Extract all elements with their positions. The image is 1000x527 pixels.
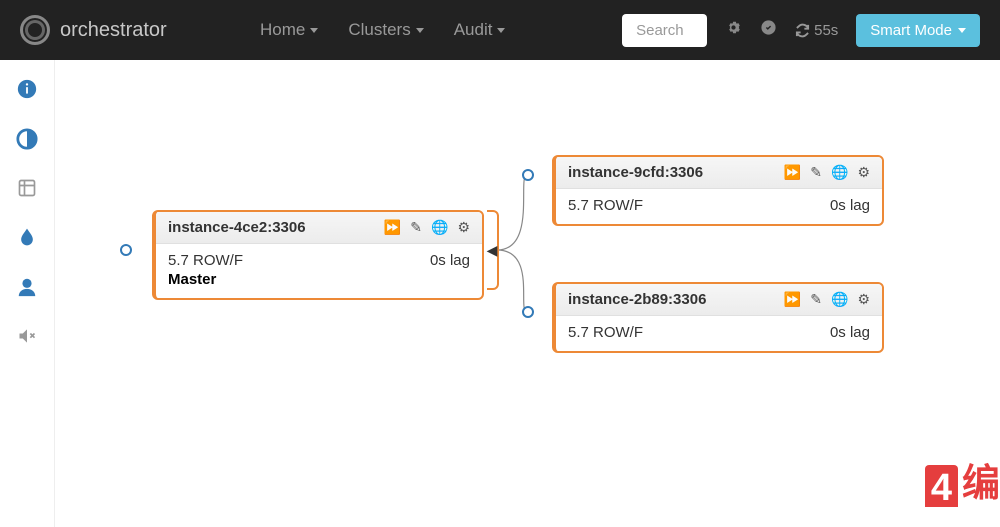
nav-home[interactable]: Home (260, 20, 318, 40)
topology-canvas: instance-4ce2:3306 ⏩ ✎ 🌐 ⚙ 5.7 ROW/F 0s … (57, 60, 1000, 527)
chevron-down-icon (310, 28, 318, 33)
sidebar (0, 60, 55, 527)
node-master[interactable]: instance-4ce2:3306 ⏩ ✎ 🌐 ⚙ 5.7 ROW/F 0s … (152, 210, 484, 300)
node-replica-1[interactable]: instance-9cfd:3306 ⏩ ✎ 🌐 ⚙ 5.7 ROW/F 0s … (552, 155, 884, 226)
user-icon[interactable] (16, 276, 38, 304)
logo-icon (20, 15, 50, 45)
connector-dot (120, 244, 132, 256)
globe-icon[interactable]: 🌐 (831, 164, 848, 181)
node-version: 5.7 ROW/F (568, 197, 643, 214)
search-input[interactable]: Search (622, 14, 707, 47)
smart-mode-button[interactable]: Smart Mode (856, 14, 980, 47)
fast-forward-icon[interactable]: ⏩ (784, 164, 801, 181)
chevron-down-icon (497, 28, 505, 33)
gear-icon[interactable]: ⚙ (857, 164, 870, 181)
nav-audit[interactable]: Audit (454, 20, 506, 40)
globe-icon[interactable]: 🌐 (831, 291, 848, 308)
chevron-left-icon: ◀ (487, 242, 498, 259)
node-title: instance-2b89:3306 (568, 291, 706, 308)
node-replica-2[interactable]: instance-2b89:3306 ⏩ ✎ 🌐 ⚙ 5.7 ROW/F 0s … (552, 282, 884, 353)
connector-dot (522, 169, 534, 181)
pencil-icon[interactable]: ✎ (810, 164, 822, 181)
pencil-icon[interactable]: ✎ (810, 291, 822, 308)
collapse-toggle[interactable]: ◀ (487, 210, 499, 290)
brand-text: orchestrator (60, 19, 167, 42)
node-role: Master (168, 271, 470, 288)
refresh-timer[interactable]: 55s (795, 22, 838, 39)
navbar: orchestrator Home Clusters Audit Search … (0, 0, 1000, 60)
fast-forward-icon[interactable]: ⏩ (784, 291, 801, 308)
info-icon[interactable] (16, 78, 38, 106)
fast-forward-icon[interactable]: ⏩ (384, 219, 401, 236)
check-circle-icon[interactable] (760, 19, 777, 41)
node-lag: 0s lag (430, 252, 470, 269)
gear-icon[interactable]: ⚙ (457, 219, 470, 236)
node-version: 5.7 ROW/F (568, 324, 643, 341)
pencil-icon[interactable]: ✎ (410, 219, 422, 236)
watermark: 4 编 (925, 452, 1000, 507)
node-title: instance-9cfd:3306 (568, 164, 703, 181)
globe-icon[interactable]: 🌐 (431, 219, 448, 236)
gear-icon[interactable] (725, 19, 742, 41)
chevron-down-icon (958, 28, 966, 33)
node-lag: 0s lag (830, 324, 870, 341)
node-version: 5.7 ROW/F (168, 252, 243, 269)
contrast-icon[interactable] (16, 128, 38, 156)
mute-icon[interactable] (16, 326, 38, 352)
node-title: instance-4ce2:3306 (168, 219, 306, 236)
gear-icon[interactable]: ⚙ (857, 291, 870, 308)
chevron-down-icon (416, 28, 424, 33)
brand-section: orchestrator (20, 15, 220, 45)
tasks-icon[interactable] (17, 178, 37, 204)
nav-clusters[interactable]: Clusters (348, 20, 423, 40)
node-lag: 0s lag (830, 197, 870, 214)
water-drop-icon[interactable] (17, 226, 37, 254)
connector-dot (522, 306, 534, 318)
